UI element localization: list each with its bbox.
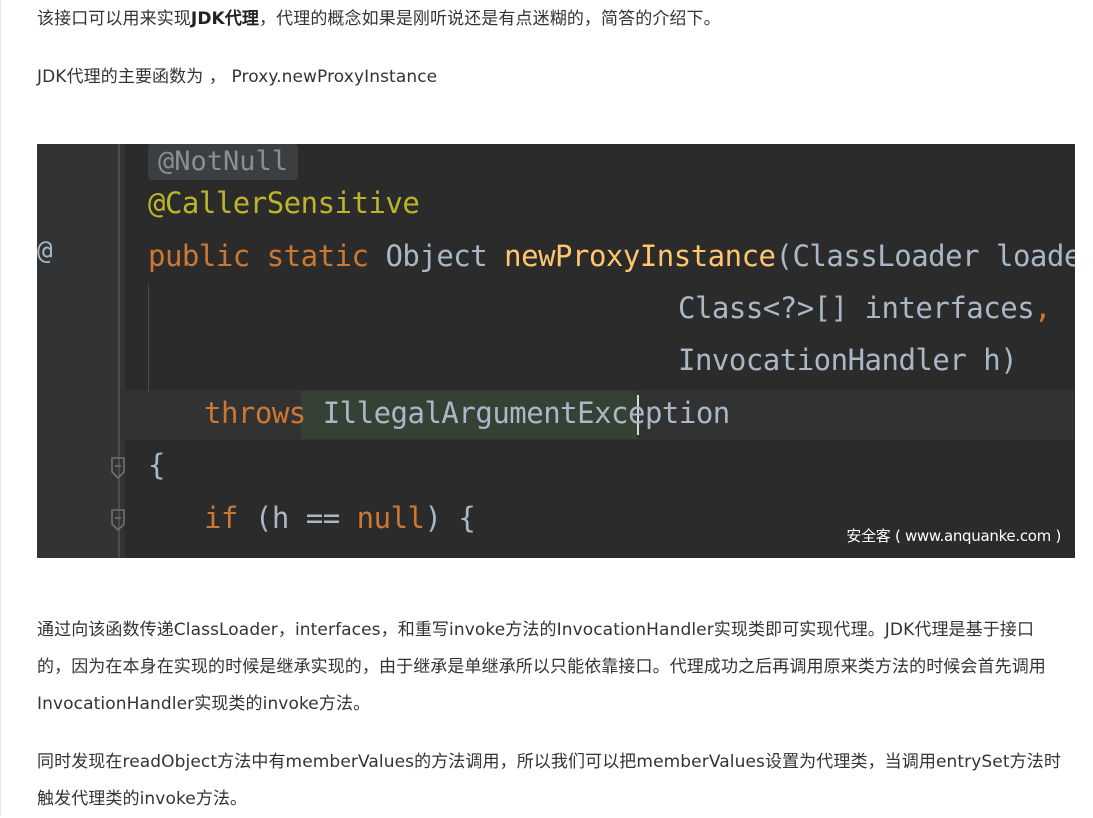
body-paragraph-2: 同时发现在readObject方法中有memberValues的方法调用，所以我… (37, 752, 1061, 809)
body-paragraph-1: 通过向该函数传递ClassLoader，interfaces，和重写invoke… (37, 620, 1046, 714)
condition-close: ) { (424, 501, 476, 535)
keyword-null: null (356, 501, 425, 535)
code-line-handler: InvocationHandler h) (678, 343, 1018, 377)
code-line-interfaces: Class<?>[] interfaces, (678, 291, 1052, 325)
comma: , (1034, 291, 1052, 325)
method-name: newProxyInstance (504, 239, 776, 273)
watermark: 安全客 ( www.anquanke.com ) (846, 527, 1061, 545)
exception-type: IllegalArgumentException (322, 396, 731, 430)
code-line-open-brace: { (148, 448, 165, 482)
intro-paragraph-2: JDK代理的主要函数为 ， Proxy.newProxyInstance (37, 67, 438, 87)
keyword-if: if (204, 501, 255, 535)
code-line-signature: public static Object newProxyInstance(Cl… (148, 239, 1075, 273)
indent-guide (148, 284, 149, 392)
gutter-separator (118, 144, 120, 558)
code-line-if: if (h == null) { (204, 501, 476, 535)
left-border (0, 0, 1, 816)
code-line-throws: throws IllegalArgumentException (204, 396, 730, 430)
keyword-public-static: public static (148, 239, 386, 273)
intro-text: 该接口可以用来实现 (37, 9, 191, 29)
intro-text-rest: ，代理的概念如果是刚听说还是有点迷糊的，简答的介绍下。 (259, 9, 721, 29)
condition-text: (h == (254, 501, 357, 535)
return-type: Object (385, 239, 505, 273)
param-loader: (ClassLoader loader (775, 239, 1075, 273)
param-interfaces: Class<?>[] interfaces (678, 291, 1035, 325)
implements-gutter-icon: @ (37, 236, 53, 266)
fold-icon (111, 457, 125, 480)
keyword-throws: throws (204, 396, 323, 430)
code-line-annotation: @CallerSensitive (148, 186, 420, 220)
code-screenshot: @NotNull @ @CallerSensitive public stati… (37, 144, 1075, 558)
intro-paragraph-1: 该接口可以用来实现JDK代理，代理的概念如果是刚听说还是有点迷糊的，简答的介绍下… (37, 1, 721, 38)
inlay-annotation-hint: @NotNull (148, 144, 299, 180)
intro-bold-term: JDK代理 (190, 9, 260, 29)
editor-gutter (37, 144, 125, 558)
fold-icon (111, 509, 125, 532)
